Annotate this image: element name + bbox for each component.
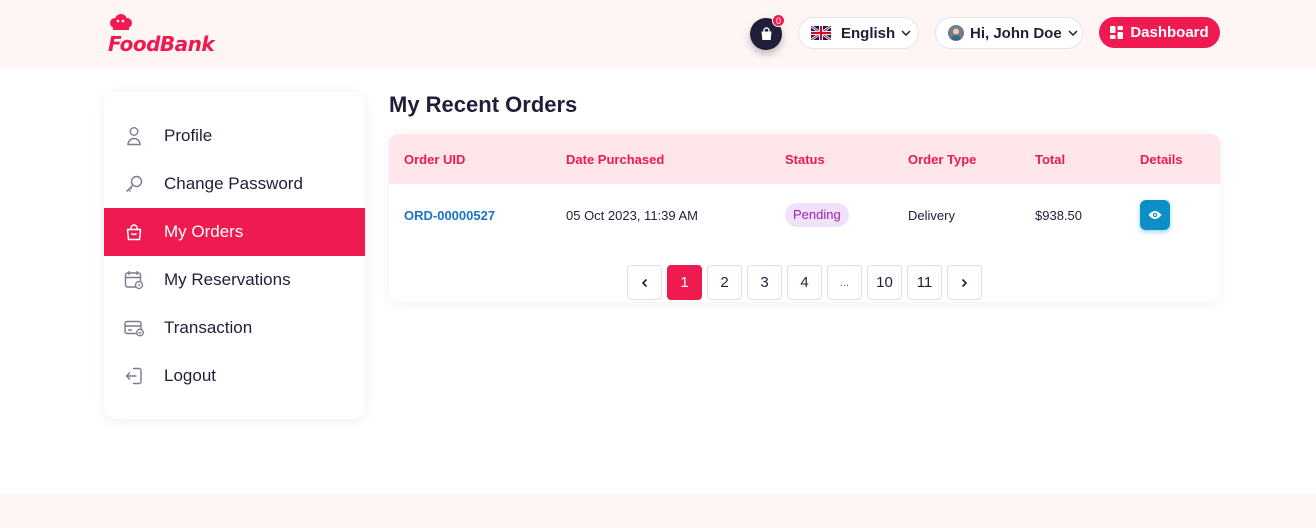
sidebar-item-label: Profile: [164, 126, 213, 145]
pagination: 1 2 3 4 ... 10 11: [627, 265, 982, 300]
sidebar-item-label: Change Password: [164, 174, 303, 193]
shopping-bag-icon: [124, 222, 144, 242]
sidebar-item-label: My Orders: [164, 222, 244, 241]
pagination-page-button[interactable]: 4: [787, 265, 822, 300]
brand-name: FoodBank: [108, 32, 215, 56]
pagination-page-button[interactable]: 1: [667, 265, 702, 300]
order-date: 05 Oct 2023, 11:39 AM: [566, 208, 699, 223]
dashboard-button[interactable]: Dashboard: [1099, 17, 1220, 48]
chevron-down-icon: [1068, 30, 1078, 36]
sidebar-item-my-reservations[interactable]: My Reservations: [104, 256, 365, 304]
sidebar-item-profile[interactable]: Profile: [104, 112, 365, 160]
order-type: Delivery: [908, 208, 955, 223]
uk-flag-icon: [811, 26, 831, 40]
pagination-ellipsis: ...: [827, 265, 862, 300]
column-header-details: Details: [1140, 152, 1183, 167]
order-total: $938.50: [1035, 208, 1082, 223]
sidebar-item-label: My Reservations: [164, 270, 291, 289]
status-badge: Pending: [785, 203, 849, 227]
chevron-down-icon: [901, 30, 911, 36]
column-header-date: Date Purchased: [566, 152, 665, 167]
user-menu[interactable]: Hi, John Doe: [935, 17, 1083, 49]
foodbank-logo[interactable]: FoodBank: [108, 14, 215, 56]
language-selector[interactable]: English: [798, 17, 919, 49]
shopping-bag-icon: [761, 27, 771, 40]
table-row: ORD-00000527 05 Oct 2023, 11:39 AM Pendi…: [389, 184, 1220, 246]
user-icon: [124, 126, 144, 146]
table-header: Order UID Date Purchased Status Order Ty…: [389, 134, 1220, 184]
page-footer: [0, 494, 1316, 528]
eye-icon: [1148, 211, 1162, 219]
chevron-right-icon: [961, 278, 968, 287]
avatar: [948, 25, 964, 41]
credit-card-icon: [124, 318, 144, 338]
pagination-prev-button[interactable]: [627, 265, 662, 300]
cart-count-badge: 0: [772, 14, 785, 27]
pagination-next-button[interactable]: [947, 265, 982, 300]
dashboard-icon: [1110, 26, 1124, 39]
sidebar-item-my-orders[interactable]: My Orders: [104, 208, 365, 256]
sidebar-item-label: Transaction: [164, 318, 253, 337]
key-icon: [124, 174, 144, 194]
top-header: FoodBank 0 English Hi, John Doe Dashboar…: [0, 0, 1316, 68]
language-label: English: [841, 24, 896, 42]
pagination-page-button[interactable]: 10: [867, 265, 902, 300]
chef-hat-icon: [110, 14, 132, 30]
column-header-order-type: Order Type: [908, 152, 977, 167]
page-title: My Recent Orders: [389, 92, 578, 117]
dashboard-label: Dashboard: [1130, 24, 1209, 41]
order-uid-link[interactable]: ORD-00000527: [404, 208, 495, 223]
calendar-icon: [124, 270, 144, 290]
sidebar-item-transaction[interactable]: Transaction: [104, 304, 365, 352]
user-greeting: Hi, John Doe: [970, 24, 1062, 42]
account-sidebar: Profile Change Password My Orders My Res…: [104, 92, 365, 419]
column-header-status: Status: [785, 152, 825, 167]
pagination-page-button[interactable]: 2: [707, 265, 742, 300]
sidebar-item-logout[interactable]: Logout: [104, 352, 365, 400]
chevron-left-icon: [641, 278, 648, 287]
column-header-order-uid: Order UID: [404, 152, 466, 167]
pagination-page-button[interactable]: 11: [907, 265, 942, 300]
orders-card: Order UID Date Purchased Status Order Ty…: [389, 134, 1220, 302]
view-details-button[interactable]: [1140, 200, 1170, 230]
column-header-total: Total: [1035, 152, 1066, 167]
sidebar-item-change-password[interactable]: Change Password: [104, 160, 365, 208]
pagination-page-button[interactable]: 3: [747, 265, 782, 300]
sidebar-item-label: Logout: [164, 366, 216, 385]
logout-icon: [124, 366, 144, 386]
